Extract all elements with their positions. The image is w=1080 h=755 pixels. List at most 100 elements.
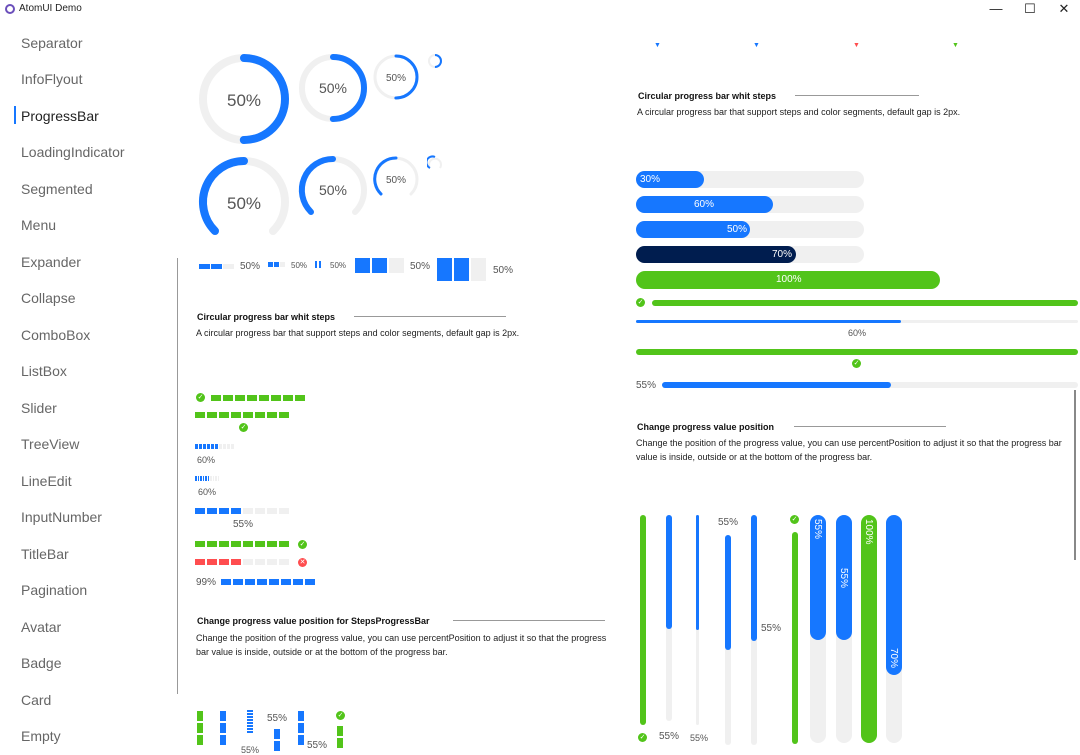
section-title: Change progress value position for Steps… (197, 616, 430, 626)
step-segment (210, 476, 212, 481)
step-segment (247, 722, 253, 724)
step-segment (337, 738, 343, 748)
step-segment (298, 711, 304, 721)
dashboard-progress-small: 50% (373, 156, 419, 196)
step-segment (219, 559, 229, 565)
sidebar-item-combobox[interactable]: ComboBox (21, 327, 90, 343)
sidebar-item-lineedit[interactable]: LineEdit (21, 473, 72, 489)
step-label: 99% (196, 577, 217, 588)
step-segment (279, 541, 289, 547)
progress-label: 70% (888, 648, 899, 669)
progress-label: 60% (848, 328, 867, 338)
step-segment (274, 741, 280, 751)
circle-label: 50% (386, 73, 406, 84)
section-divider (794, 426, 946, 427)
step-segment (212, 476, 214, 481)
step-segment (267, 412, 277, 418)
section-divider (795, 95, 919, 96)
title-bar: AtomUI Demo — ☐ ✕ (0, 0, 1080, 19)
step-segment (195, 444, 198, 449)
sidebar-item-menu[interactable]: Menu (21, 217, 56, 233)
sidebar-item-slider[interactable]: Slider (21, 400, 57, 416)
sidebar-item-empty[interactable]: Empty (21, 728, 61, 744)
progress-label: 55% (812, 519, 823, 540)
sidebar-item-badge[interactable]: Badge (21, 655, 61, 671)
step-segment (255, 508, 265, 514)
sidebar-item-inputnumber[interactable]: InputNumber (21, 509, 102, 525)
step-segment (223, 264, 234, 269)
progress-label: 55% (659, 731, 680, 742)
scrollbar-thumb[interactable] (1074, 390, 1076, 560)
step-segment (267, 559, 277, 565)
step-segment (195, 559, 205, 565)
step-segment (293, 579, 303, 585)
step-segment (305, 579, 315, 585)
sidebar-item-expander[interactable]: Expander (21, 254, 81, 270)
step-segment (247, 710, 253, 712)
sidebar-item-infoflyout[interactable]: InfoFlyout (21, 71, 82, 87)
sidebar-item-progressbar[interactable]: ProgressBar (21, 108, 99, 124)
step-segment (211, 264, 222, 269)
step-segment (220, 723, 226, 733)
step-segment (207, 559, 217, 565)
sidebar-item-segmented[interactable]: Segmented (21, 181, 93, 197)
step-segment (203, 444, 206, 449)
left-divider (177, 258, 178, 694)
close-button[interactable]: ✕ (1046, 0, 1080, 19)
step-segment (221, 579, 231, 585)
progress-fill (652, 300, 1078, 306)
sidebar-item-treeview[interactable]: TreeView (21, 436, 79, 452)
step-label: 50% (410, 261, 431, 272)
success-icon: ✓ (298, 540, 307, 549)
step-segment (202, 476, 204, 481)
circle-progress-large: 50% (199, 54, 289, 144)
step-segment (197, 711, 203, 721)
marker-icon: ▼ (952, 42, 959, 49)
success-icon: ✓ (636, 298, 645, 307)
sidebar-item-titlebar[interactable]: TitleBar (21, 546, 69, 562)
step-segment (200, 476, 202, 481)
step-segment (337, 726, 343, 736)
step-segment (215, 444, 218, 449)
progress-label: 70% (772, 249, 793, 260)
app-logo-icon (5, 4, 15, 14)
step-segment (199, 444, 202, 449)
circle-label: 50% (319, 182, 347, 198)
progress-label: 60% (694, 199, 715, 210)
sidebar-item-avatar[interactable]: Avatar (21, 619, 61, 635)
step-segment (283, 395, 293, 401)
step-segment (207, 476, 209, 481)
step-segment (255, 412, 265, 418)
section-description: A circular progress bar that support ste… (196, 328, 520, 338)
step-segment (247, 719, 253, 721)
step-segment (197, 476, 199, 481)
step-segment (257, 579, 267, 585)
sidebar-item-pagination[interactable]: Pagination (21, 582, 87, 598)
step-segment (298, 735, 304, 745)
step-label: 55% (307, 740, 328, 751)
sidebar-item-card[interactable]: Card (21, 692, 51, 708)
sidebar-item-separator[interactable]: Separator (21, 35, 82, 51)
step-segment (219, 508, 229, 514)
sidebar-item-listbox[interactable]: ListBox (21, 363, 67, 379)
progress-fill (666, 515, 672, 629)
sidebar-item-loadingindicator[interactable]: LoadingIndicator (21, 144, 125, 160)
step-segment (231, 444, 234, 449)
minimize-button[interactable]: — (978, 0, 1014, 19)
sidebar-item-collapse[interactable]: Collapse (21, 290, 75, 306)
section-divider (453, 620, 605, 621)
step-segment (245, 579, 255, 585)
step-segment (268, 262, 273, 267)
step-segment (217, 476, 219, 481)
window-title: AtomUI Demo (19, 3, 82, 14)
step-segment (280, 262, 285, 267)
progress-label: 55% (718, 517, 739, 528)
progress-label: 50% (727, 224, 748, 235)
section-description: Change the position of the progress valu… (196, 633, 607, 657)
maximize-button[interactable]: ☐ (1012, 0, 1048, 19)
step-segment (454, 258, 469, 281)
step-segment (247, 728, 253, 730)
step-segment (247, 716, 253, 718)
step-segment (227, 444, 230, 449)
step-segment (355, 258, 370, 273)
